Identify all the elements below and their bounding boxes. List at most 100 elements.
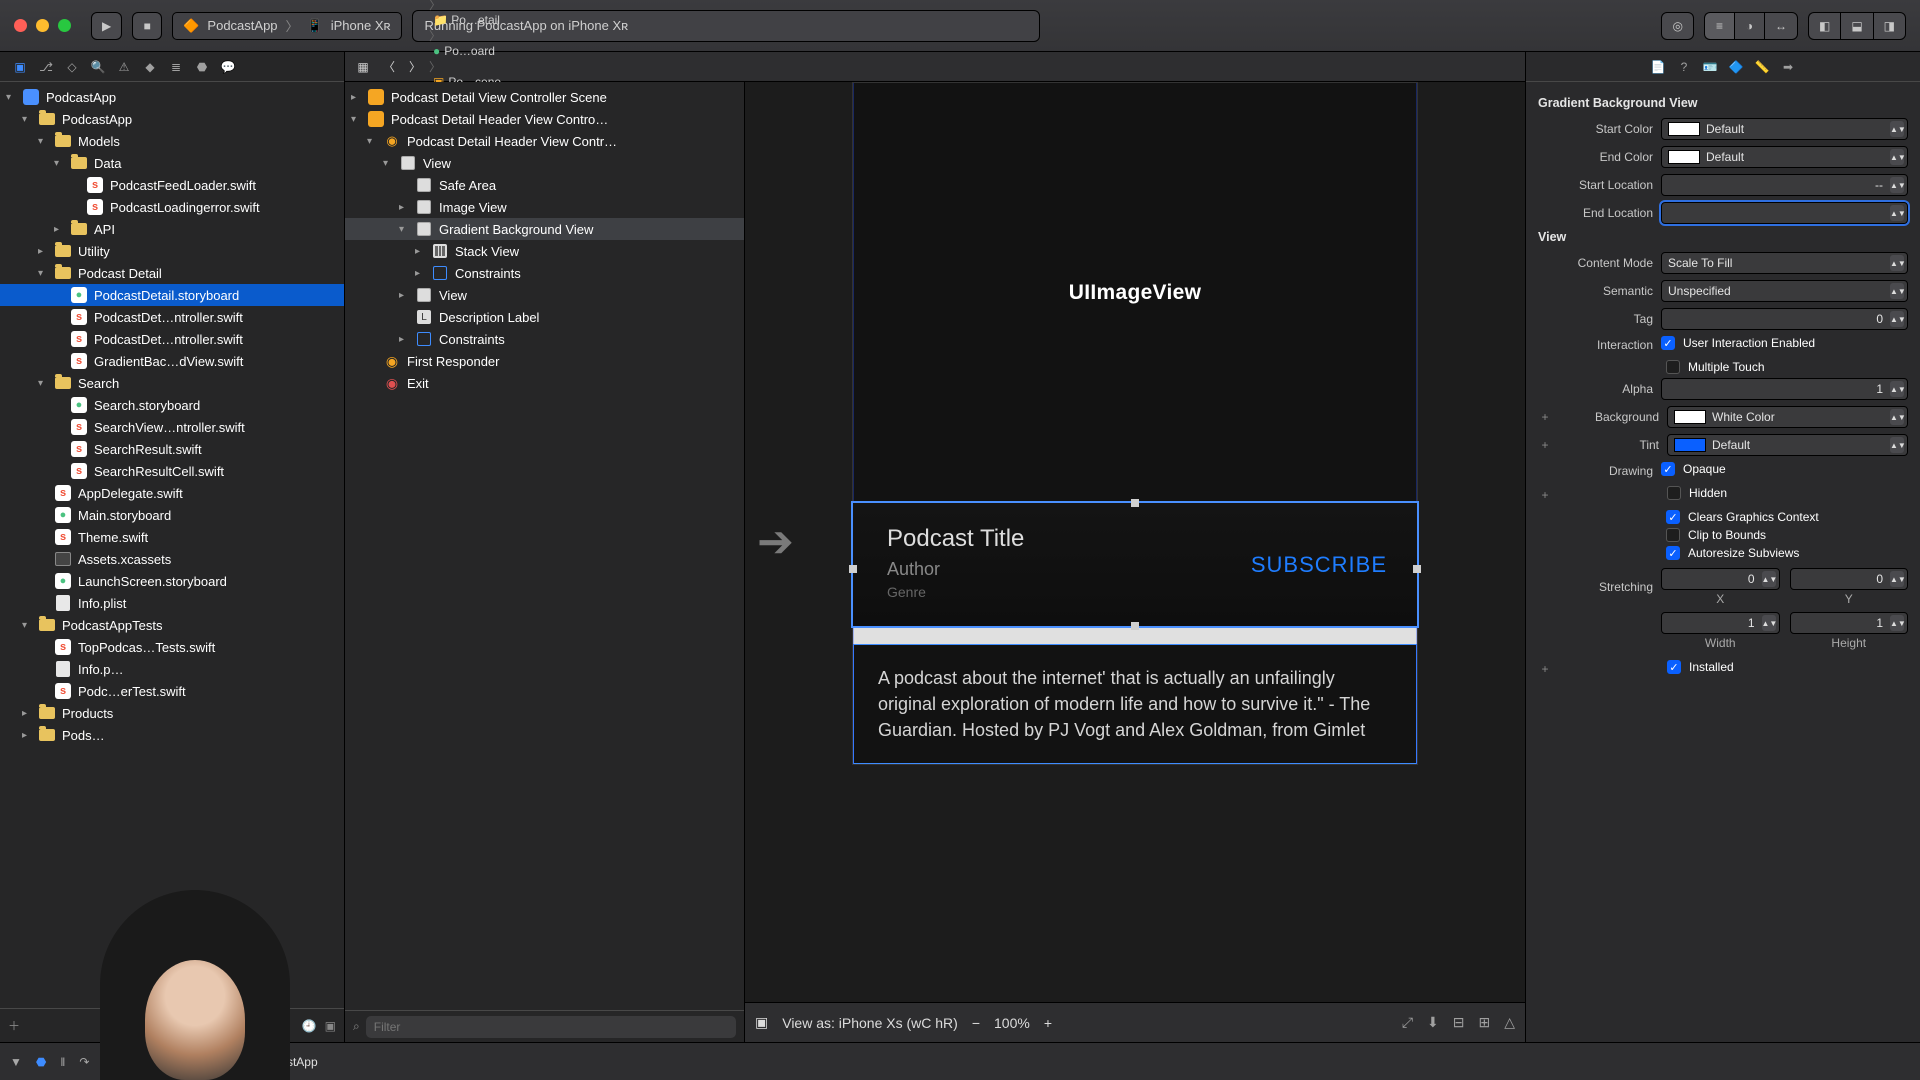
stretch-height-field[interactable]: 1▲▼ xyxy=(1790,612,1909,634)
canvas-gradient-background-view[interactable]: Podcast Title Author Genre SUBSCRIBE xyxy=(853,503,1417,626)
file[interactable]: ●Main.storyboard xyxy=(0,504,344,526)
stepper-icon[interactable]: ▲▼ xyxy=(1890,149,1904,165)
project-navigator-tab[interactable]: ▣ xyxy=(8,55,32,79)
outline-safe-area[interactable]: Safe Area xyxy=(345,174,744,196)
group-models[interactable]: ▾Models xyxy=(0,130,344,152)
group-api[interactable]: ▸API xyxy=(0,218,344,240)
file[interactable]: Info.p… xyxy=(0,658,344,680)
file[interactable]: ●LaunchScreen.storyboard xyxy=(0,570,344,592)
add-constraints-icon[interactable]: ⊞ xyxy=(1478,1014,1490,1031)
toggle-inspector-button[interactable]: ◨ xyxy=(1873,12,1906,40)
multiple-touch-checkbox[interactable] xyxy=(1666,360,1680,374)
source-control-navigator-tab[interactable]: ⎇ xyxy=(34,55,58,79)
update-frames-icon[interactable]: ⤢ xyxy=(1402,1014,1413,1031)
close-window-icon[interactable] xyxy=(14,19,27,32)
canvas-description-label[interactable]: A podcast about the internet' that is ac… xyxy=(853,644,1417,764)
toggle-outline-icon[interactable]: ▣ xyxy=(755,1014,768,1031)
back-icon[interactable]: 〈 xyxy=(377,55,401,79)
group-podcast-detail[interactable]: ▾Podcast Detail xyxy=(0,262,344,284)
add-variation-icon[interactable]: + xyxy=(1538,488,1552,502)
report-navigator-tab[interactable]: 💬 xyxy=(216,55,240,79)
group-products[interactable]: ▸Products xyxy=(0,702,344,724)
jumpbar-item[interactable]: 📁 Po…etail xyxy=(429,13,598,27)
toggle-navigator-button[interactable]: ◧ xyxy=(1808,12,1840,40)
installed-checkbox[interactable]: ✓ xyxy=(1667,660,1681,674)
align-icon[interactable]: ⊟ xyxy=(1453,1014,1465,1031)
assistant-editor-button[interactable]: ◑ xyxy=(1734,12,1764,40)
group-utility[interactable]: ▸Utility xyxy=(0,240,344,262)
canvas-device-frame[interactable]: UIImageView Podcast Title Author Genre S… xyxy=(852,82,1418,765)
identity-inspector-tab[interactable]: 🪪 xyxy=(1698,55,1722,79)
hide-debug-icon[interactable]: ▼ xyxy=(10,1055,22,1069)
outline-exit[interactable]: ◉Exit xyxy=(345,372,744,394)
stepper-icon[interactable]: ▲▼ xyxy=(1890,311,1904,327)
outline-description-label[interactable]: LDescription Label xyxy=(345,306,744,328)
file[interactable]: sTheme.swift xyxy=(0,526,344,548)
zoom-out-button[interactable]: − xyxy=(972,1015,980,1031)
add-target-icon[interactable]: ＋ xyxy=(8,1017,20,1034)
outline-filter-input[interactable] xyxy=(366,1016,736,1038)
file-swift[interactable]: sPodcastLoadingerror.swift xyxy=(0,196,344,218)
background-color-popup[interactable]: White Color ▲▼ xyxy=(1667,406,1908,428)
stretch-width-field[interactable]: 1▲▼ xyxy=(1661,612,1780,634)
file-swift[interactable]: sPodcastFeedLoader.swift xyxy=(0,174,344,196)
debug-navigator-tab[interactable]: ≣ xyxy=(164,55,188,79)
toggle-debug-area-button[interactable]: ⬓ xyxy=(1840,12,1872,40)
outline-scene[interactable]: ▾Podcast Detail Header View Contro… xyxy=(345,108,744,130)
outline-view[interactable]: ▸View xyxy=(345,284,744,306)
continue-icon[interactable]: ‖ xyxy=(60,1055,65,1069)
symbol-navigator-tab[interactable]: ◇ xyxy=(60,55,84,79)
zoom-window-icon[interactable] xyxy=(58,19,71,32)
canvas-podcast-title-label[interactable]: Podcast Title xyxy=(887,525,1383,553)
breakpoints-icon[interactable]: ⬣ xyxy=(36,1055,46,1069)
file[interactable]: sPodc…erTest.swift xyxy=(0,680,344,702)
file[interactable]: sPodcastDet…ntroller.swift xyxy=(0,328,344,350)
group-podcastapp[interactable]: ▾PodcastApp xyxy=(0,108,344,130)
file[interactable]: sTopPodcas…Tests.swift xyxy=(0,636,344,658)
tag-field[interactable]: 0 ▲▼ xyxy=(1661,308,1908,330)
embed-in-icon[interactable]: ⬇ xyxy=(1427,1014,1439,1031)
library-button[interactable]: ◎ xyxy=(1661,12,1693,40)
file[interactable]: sSearchView…ntroller.swift xyxy=(0,416,344,438)
start-color-popup[interactable]: Default ▲▼ xyxy=(1661,118,1908,140)
file[interactable]: sPodcastDet…ntroller.swift xyxy=(0,306,344,328)
opaque-checkbox[interactable]: ✓ xyxy=(1661,462,1675,476)
standard-editor-button[interactable]: ≡ xyxy=(1704,12,1734,40)
file-inspector-tab[interactable]: 📄 xyxy=(1646,55,1670,79)
group-search[interactable]: ▾Search xyxy=(0,372,344,394)
minimize-window-icon[interactable] xyxy=(36,19,49,32)
attributes-inspector-tab[interactable]: 🔷 xyxy=(1724,55,1748,79)
view-as-label[interactable]: View as: iPhone Xs (wC hR) xyxy=(782,1015,958,1031)
outline-view-controller[interactable]: ▾◉Podcast Detail Header View Contr… xyxy=(345,130,744,152)
content-mode-popup[interactable]: Scale To Fill ▲▼ xyxy=(1661,252,1908,274)
autoresize-checkbox[interactable]: ✓ xyxy=(1666,546,1680,560)
project-root[interactable]: ▾PodcastApp xyxy=(0,86,344,108)
version-editor-button[interactable]: ↔ xyxy=(1764,12,1798,40)
jump-bar[interactable]: ▦ 〈 〉 📘 PodcastApp〉📁 Po…pp〉📁 Po…etail〉● … xyxy=(345,52,1525,82)
outline-constraints[interactable]: ▸Constraints xyxy=(345,328,744,350)
project-tree[interactable]: ▾PodcastApp▾PodcastApp▾Models▾DatasPodca… xyxy=(0,82,344,1008)
file[interactable]: sSearchResultCell.swift xyxy=(0,460,344,482)
outline-stack-view[interactable]: ▸Stack View xyxy=(345,240,744,262)
stretch-x-field[interactable]: 0▲▼ xyxy=(1661,568,1780,590)
group-data[interactable]: ▾Data xyxy=(0,152,344,174)
quick-help-tab[interactable]: ? xyxy=(1672,55,1696,79)
recent-filter-icon[interactable]: 🕘 xyxy=(302,1019,317,1033)
outline-view[interactable]: ▾View xyxy=(345,152,744,174)
find-navigator-tab[interactable]: 🔍 xyxy=(86,55,110,79)
tint-color-popup[interactable]: Default ▲▼ xyxy=(1667,434,1908,456)
forward-icon[interactable]: 〉 xyxy=(403,55,427,79)
issue-navigator-tab[interactable]: ⚠ xyxy=(112,55,136,79)
size-inspector-tab[interactable]: 📏 xyxy=(1750,55,1774,79)
zoom-in-button[interactable]: + xyxy=(1044,1015,1052,1031)
group-tests[interactable]: ▾PodcastAppTests xyxy=(0,614,344,636)
scm-filter-icon[interactable]: ▣ xyxy=(325,1019,336,1033)
stepper-icon[interactable]: ▲▼ xyxy=(1890,205,1904,221)
step-over-icon[interactable]: ↷ xyxy=(79,1055,89,1069)
resolve-issues-icon[interactable]: △ xyxy=(1504,1014,1515,1031)
file[interactable]: ●Search.storyboard xyxy=(0,394,344,416)
file[interactable]: sGradientBac…dView.swift xyxy=(0,350,344,372)
outline-scene[interactable]: ▸Podcast Detail View Controller Scene xyxy=(345,86,744,108)
file[interactable]: sSearchResult.swift xyxy=(0,438,344,460)
add-variation-icon[interactable]: + xyxy=(1538,410,1552,424)
